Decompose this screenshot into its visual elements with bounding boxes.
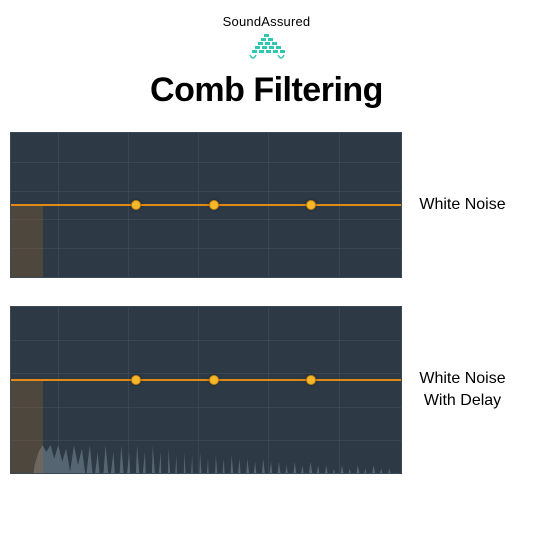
- brand-block: SoundAssured: [0, 14, 533, 61]
- eq-node-icon[interactable]: [209, 200, 219, 210]
- lowband-overlay: [11, 205, 43, 277]
- chart-label: White Noise: [402, 194, 523, 216]
- chart-label: White Noise With Delay: [402, 368, 523, 411]
- spectrum-panel: [10, 306, 402, 474]
- chart-row-white-noise-delay: White Noise With Delay: [0, 306, 533, 474]
- spectrum-svg: [11, 307, 401, 474]
- spectrum-panel: [10, 132, 402, 278]
- brand-name: SoundAssured: [0, 14, 533, 29]
- page-title: Comb Filtering: [0, 71, 533, 110]
- brand-logo-icon: [244, 31, 290, 61]
- eq-node-icon[interactable]: [209, 375, 219, 385]
- eq-node-icon[interactable]: [131, 375, 141, 385]
- chart-blocks: White Noise White Noise With Delay: [0, 132, 533, 474]
- eq-node-icon[interactable]: [306, 375, 316, 385]
- chart-row-white-noise: White Noise: [0, 132, 533, 278]
- lowband-overlay: [11, 380, 43, 473]
- eq-line: [11, 204, 401, 206]
- eq-line: [11, 379, 401, 381]
- eq-node-icon[interactable]: [131, 200, 141, 210]
- eq-node-icon[interactable]: [306, 200, 316, 210]
- page: SoundAssured Comb Filtering: [0, 0, 533, 533]
